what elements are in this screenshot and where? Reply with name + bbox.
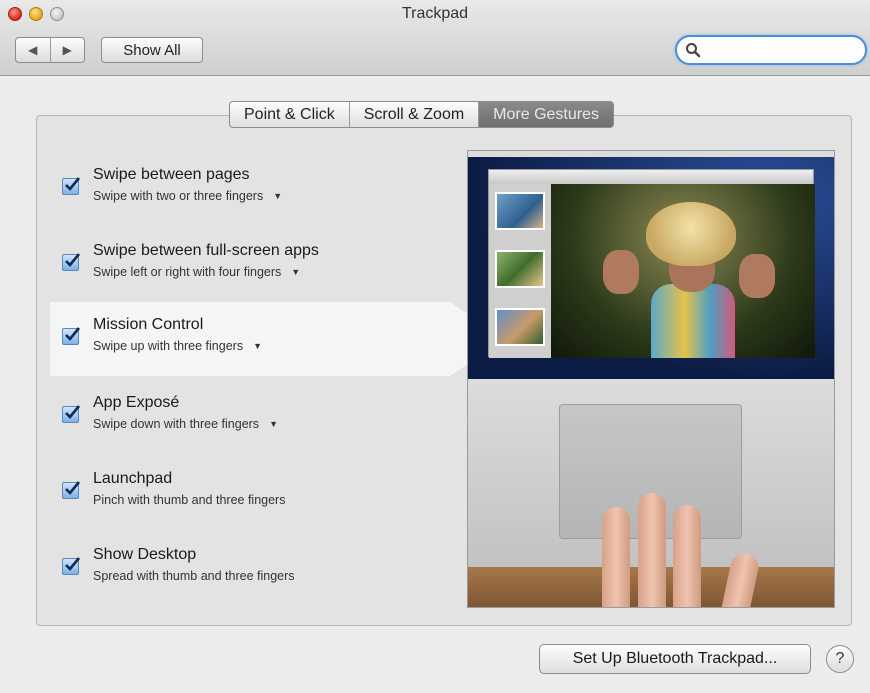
launchpad-checkbox[interactable] <box>62 481 80 499</box>
mission-control-checkbox[interactable] <box>62 327 80 345</box>
gesture-title: Show Desktop <box>93 546 197 563</box>
gesture-subtitle-dropdown[interactable]: Swipe down with three fingers ▼ <box>93 417 278 431</box>
search-input[interactable] <box>705 40 855 60</box>
gesture-subtitle-dropdown[interactable]: Swipe up with three fingers ▼ <box>93 339 262 353</box>
preview-finger <box>673 505 701 607</box>
gesture-title: Mission Control <box>93 316 204 333</box>
gesture-subtitle: Swipe down with three fingers <box>93 417 260 431</box>
swipe-between-pages-checkbox[interactable] <box>62 177 80 195</box>
gesture-subtitle: Swipe up with three fingers <box>93 339 244 353</box>
gesture-title: Launchpad <box>93 470 173 487</box>
gesture-item-swipe-between-pages[interactable]: Swipe between pages Swipe with two or th… <box>50 152 450 226</box>
preview-finger <box>602 507 630 607</box>
navigation-buttons: ◀ ▶ <box>15 37 85 63</box>
gesture-item-mission-control[interactable]: Mission Control Swipe up with three fing… <box>50 302 505 376</box>
gesture-subtitle-dropdown[interactable]: Swipe left or right with four fingers ▼ <box>93 265 300 279</box>
preview-finger <box>638 493 666 607</box>
set-up-bluetooth-trackpad-button[interactable]: Set Up Bluetooth Trackpad... <box>539 644 811 674</box>
photo-hand-left <box>603 250 639 294</box>
forward-button[interactable]: ▶ <box>49 38 85 62</box>
swipe-between-apps-checkbox[interactable] <box>62 253 80 271</box>
checkmark-icon <box>65 253 80 267</box>
preview-main-photo <box>551 184 815 358</box>
photo-thumbnail <box>495 308 545 346</box>
dropdown-caret-icon: ▼ <box>291 267 301 277</box>
preview-app-window <box>488 169 815 358</box>
dropdown-caret-icon: ▼ <box>273 191 283 201</box>
gesture-subtitle: Spread with thumb and three fingers <box>93 569 295 583</box>
gesture-preview-image <box>467 150 835 608</box>
checkmark-icon <box>65 177 80 191</box>
photo-dress <box>651 284 735 358</box>
dropdown-caret-icon: ▼ <box>253 341 263 351</box>
show-desktop-checkbox[interactable] <box>62 557 80 575</box>
search-field[interactable] <box>675 35 867 65</box>
photo-hand-right <box>739 254 775 298</box>
help-button[interactable]: ? <box>826 645 854 673</box>
checkmark-icon <box>65 327 80 341</box>
gesture-subtitle: Swipe with two or three fingers <box>93 189 264 203</box>
gesture-subtitle: Pinch with thumb and three fingers <box>93 493 286 507</box>
search-icon <box>686 43 701 58</box>
preview-window-toolbar <box>489 170 813 184</box>
preview-photo-sidebar <box>489 184 551 358</box>
help-icon: ? <box>835 650 845 667</box>
gesture-title: Swipe between full-screen apps <box>93 242 319 259</box>
title-bar: Trackpad ◀ ▶ Show All <box>0 0 870 76</box>
tab-bar: Point & Click Scroll & Zoom More Gesture… <box>229 101 614 128</box>
window-title: Trackpad <box>401 5 469 22</box>
back-arrow-icon: ◀ <box>28 43 38 57</box>
preview-menubar <box>468 151 834 157</box>
back-button[interactable]: ◀ <box>16 38 50 62</box>
gesture-item-show-desktop[interactable]: Show Desktop Spread with thumb and three… <box>50 532 450 606</box>
trackpad-preferences-window: Trackpad ◀ ▶ Show All Point & Click Scro… <box>0 0 870 693</box>
dropdown-caret-icon: ▼ <box>269 419 278 429</box>
preview-screen <box>468 151 834 379</box>
tab-more-gestures[interactable]: More Gestures <box>478 102 613 127</box>
gesture-item-launchpad[interactable]: Launchpad Pinch with thumb and three fin… <box>50 456 450 530</box>
photo-thumbnail <box>495 250 545 288</box>
app-expose-checkbox[interactable] <box>62 405 80 423</box>
tab-point-and-click[interactable]: Point & Click <box>230 102 349 127</box>
gesture-title: Swipe between pages <box>93 166 250 183</box>
forward-arrow-icon: ▶ <box>62 43 72 57</box>
gesture-title: App Exposé <box>93 394 180 411</box>
photo-thumbnail <box>495 192 545 230</box>
checkmark-icon <box>65 481 80 495</box>
show-all-button[interactable]: Show All <box>101 37 203 63</box>
tab-scroll-and-zoom[interactable]: Scroll & Zoom <box>348 102 478 127</box>
checkmark-icon <box>65 557 80 571</box>
gesture-subtitle-dropdown[interactable]: Swipe with two or three fingers ▼ <box>93 189 282 203</box>
gesture-item-app-expose[interactable]: App Exposé Swipe down with three fingers… <box>50 380 450 454</box>
checkmark-icon <box>65 405 80 419</box>
gesture-item-swipe-between-full-screen-apps[interactable]: Swipe between full-screen apps Swipe lef… <box>50 228 450 302</box>
photo-straw-hat <box>646 202 736 266</box>
gesture-subtitle: Swipe left or right with four fingers <box>93 265 282 279</box>
